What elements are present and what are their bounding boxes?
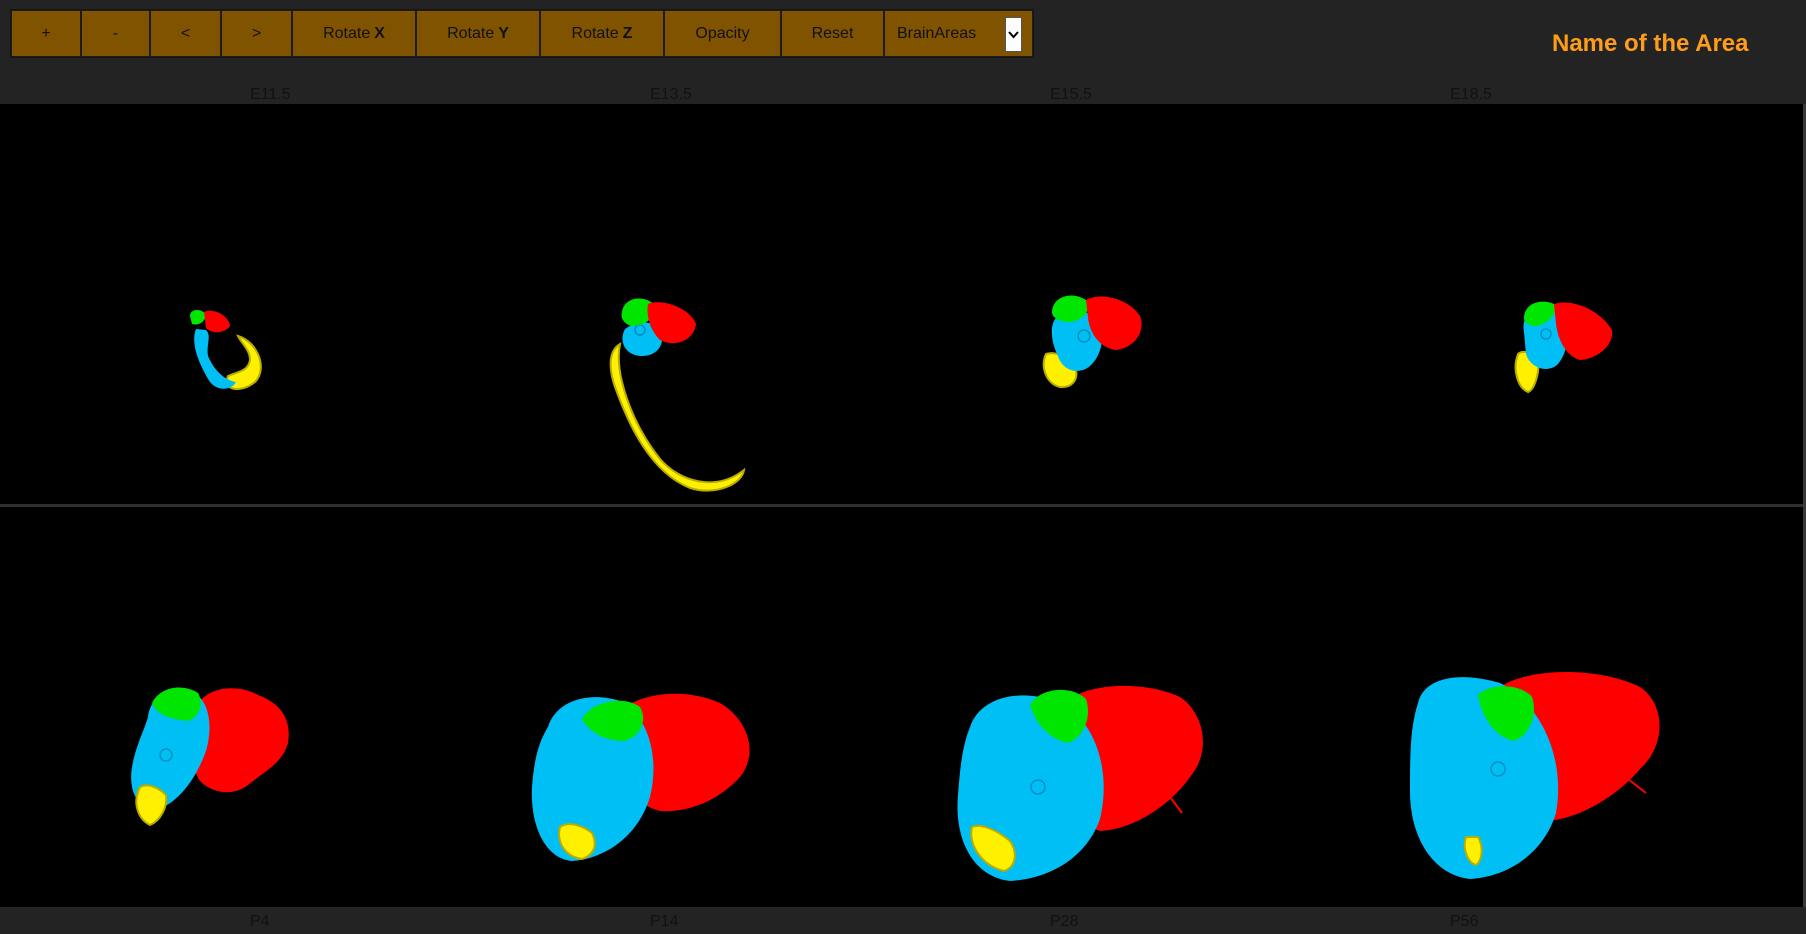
brain-model-e15-5[interactable]: [1042, 295, 1142, 389]
next-button[interactable]: >: [221, 10, 292, 57]
brain-model-e18-5[interactable]: [1514, 301, 1613, 394]
rotate-y-axis: Y: [498, 24, 509, 42]
reset-button[interactable]: Reset: [781, 10, 884, 57]
brain-model-e11-5[interactable]: [190, 310, 262, 391]
stage-label-bottom-2: P14: [650, 913, 679, 930]
stage-label-top-3: E15.5: [1050, 86, 1092, 103]
zoom-in-button[interactable]: +: [11, 10, 81, 57]
rotate-z-axis: Z: [622, 24, 633, 42]
toolbar: + - < > Rotate X Rotate Y Rotate Z Opacity …: [10, 9, 1034, 58]
stage-label-top-2: E13.5: [650, 86, 692, 103]
rotate-z-label: Rotate: [571, 24, 619, 42]
bottom-viewport[interactable]: [0, 507, 1803, 907]
rotate-x-label: Rotate: [323, 24, 371, 42]
brain-model-p56[interactable]: [1410, 672, 1660, 879]
top-3d-canvas[interactable]: [0, 104, 1803, 504]
stage-label-top-1: E11.5: [250, 86, 291, 103]
brain-model-p4[interactable]: [131, 687, 289, 827]
previous-button[interactable]: <: [150, 10, 221, 57]
stage-label-top-4: E18.5: [1450, 86, 1492, 103]
chevron-down-icon[interactable]: [1005, 17, 1022, 52]
bottom-3d-canvas[interactable]: [0, 507, 1803, 907]
stage-label-bottom-4: P56: [1450, 913, 1479, 930]
zoom-out-button[interactable]: -: [81, 10, 150, 57]
opacity-button[interactable]: Opacity: [664, 10, 781, 57]
stage-label-bottom-1: P4: [250, 913, 270, 930]
rotate-y-label: Rotate: [447, 24, 495, 42]
rotate-x-button[interactable]: Rotate X: [292, 10, 416, 57]
brain-model-p14[interactable]: [531, 693, 750, 861]
rotate-y-button[interactable]: Rotate Y: [416, 10, 540, 57]
rotate-x-axis: X: [374, 24, 385, 42]
top-viewport[interactable]: [0, 104, 1803, 504]
rotate-z-button[interactable]: Rotate Z: [540, 10, 664, 57]
brain-areas-select-value: BrainAreas: [897, 24, 977, 42]
brain-areas-select[interactable]: BrainAreas: [884, 10, 1033, 57]
brain-model-e13-5[interactable]: [609, 298, 746, 492]
stage-label-bottom-3: P28: [1050, 913, 1079, 930]
brain-model-p28[interactable]: [957, 685, 1203, 881]
area-name-title: Name of the Area: [1552, 30, 1749, 57]
